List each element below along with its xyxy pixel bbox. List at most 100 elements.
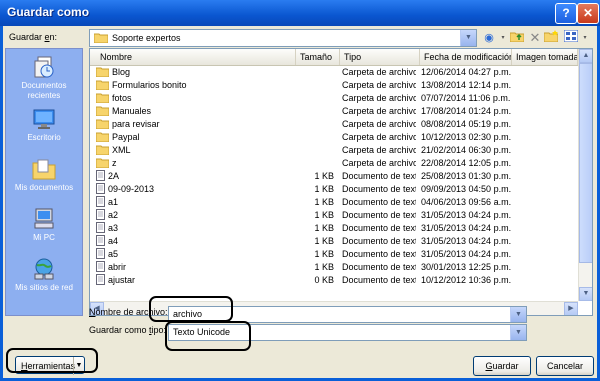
chevron-down-icon[interactable]: ▼ [510, 307, 526, 322]
file-row[interactable]: a3 1 KB Documento de texto 31/05/2013 04:24… [90, 222, 578, 235]
file-type-cell: Carpeta de archivo [342, 158, 416, 168]
place-network[interactable]: Mis sitios de red [6, 257, 82, 293]
file-row[interactable]: abrir 1 KB Documento de texto 30/01/2013 12… [90, 261, 578, 274]
file-row[interactable]: 2A 1 KB Documento de texto 25/08/2013 01:30… [90, 170, 578, 183]
cancel-button[interactable]: Cancelar [536, 356, 594, 376]
file-name: z [112, 158, 117, 168]
column-header-image-taken[interactable]: Imagen tomada e [512, 49, 578, 65]
file-type-cell: Carpeta de archivo [342, 106, 416, 116]
file-name-cell: a1 [96, 196, 296, 209]
file-row[interactable]: a2 1 KB Documento de texto 31/05/2013 04:24… [90, 209, 578, 222]
up-folder-icon[interactable] [509, 30, 525, 46]
file-date-cell: 25/08/2013 01:30 p.m. [421, 171, 511, 181]
column-header-name[interactable]: Nombre [90, 49, 296, 65]
scroll-up-icon[interactable]: ▲ [579, 49, 592, 63]
folder-icon [96, 132, 109, 142]
text-file-icon [96, 274, 105, 285]
place-recent-documents[interactable]: Documentos recientes [6, 55, 82, 101]
scroll-down-icon[interactable]: ▼ [579, 287, 592, 301]
highlight-outline [6, 348, 98, 373]
file-name-cell: 09-09-2013 [96, 183, 296, 196]
my-computer-icon [34, 208, 54, 229]
file-row[interactable]: fotos Carpeta de archivo 07/07/2014 11:06 … [90, 92, 578, 105]
file-row[interactable]: Formularios bonito Carpeta de archivo 13/0… [90, 79, 578, 92]
file-row[interactable]: 09-09-2013 1 KB Documento de texto 09/09/20… [90, 183, 578, 196]
text-file-icon [96, 235, 105, 246]
file-name-cell: a4 [96, 235, 296, 248]
folder-icon [94, 33, 108, 43]
file-name: 09-09-2013 [108, 184, 155, 194]
help-button[interactable]: ? [555, 3, 577, 24]
file-row[interactable]: a5 1 KB Documento de texto 31/05/2013 04:24… [90, 248, 578, 261]
vertical-scrollbar[interactable]: ▲ ▼ [578, 49, 592, 301]
my-documents-icon [32, 159, 56, 180]
file-date-cell: 12/06/2014 04:27 p.m. [421, 67, 511, 77]
file-name-cell: para revisar [96, 118, 296, 131]
file-date-cell: 22/08/2014 12:05 p.m. [421, 158, 511, 168]
folder-icon [96, 106, 109, 116]
places-bar: Documentos recientes Escritorio Mis docu… [5, 48, 83, 316]
file-name-cell: Manuales [96, 105, 296, 118]
file-type-cell: Documento de texto [342, 184, 416, 194]
file-name: a4 [108, 236, 119, 246]
file-name: para revisar [112, 119, 160, 129]
highlight-outline [165, 321, 251, 351]
views-dropdown-icon[interactable]: ▾ [577, 30, 593, 46]
chevron-down-icon[interactable]: ▼ [510, 325, 526, 340]
file-date-cell: 04/06/2013 09:56 a.m. [421, 197, 511, 207]
text-file-icon [96, 261, 105, 272]
file-row[interactable]: z Carpeta de archivo 22/08/2014 12:05 p.m. [90, 157, 578, 170]
file-name-cell: ajustar [96, 274, 296, 287]
file-type-cell: Carpeta de archivo [342, 119, 416, 129]
file-type-cell: Documento de texto [342, 236, 416, 246]
column-header-size[interactable]: Tamaño [296, 49, 340, 65]
place-my-documents[interactable]: Mis documentos [6, 157, 82, 193]
folder-icon [96, 145, 109, 155]
new-folder-icon[interactable] [543, 30, 559, 46]
column-header-date[interactable]: Fecha de modificación [420, 49, 512, 65]
file-row[interactable]: para revisar Carpeta de archivo 08/08/2014… [90, 118, 578, 131]
file-date-cell: 31/05/2013 04:24 p.m. [421, 223, 511, 233]
file-row[interactable]: a1 1 KB Documento de texto 04/06/2013 09:56… [90, 196, 578, 209]
chevron-down-icon[interactable]: ▼ [460, 30, 476, 46]
file-type-cell: Carpeta de archivo [342, 145, 416, 155]
look-in-dropdown[interactable]: Soporte expertos ▼ [89, 29, 477, 47]
file-row[interactable]: ajustar 0 KB Documento de texto 10/12/2012 … [90, 274, 578, 287]
file-size-cell: 1 KB [314, 210, 334, 220]
file-size-cell: 1 KB [314, 249, 334, 259]
scroll-thumb[interactable] [579, 63, 592, 263]
place-desktop[interactable]: Escritorio [6, 107, 82, 143]
file-type-cell: Documento de texto [342, 275, 416, 285]
file-date-cell: 07/07/2014 11:06 p.m. [421, 93, 511, 103]
column-header-type[interactable]: Tipo [340, 49, 420, 65]
file-size-cell: 1 KB [314, 171, 334, 181]
save-button[interactable]: Guardar [473, 356, 531, 376]
file-name: Blog [112, 67, 131, 77]
file-row[interactable]: Paypal Carpeta de archivo 10/12/2013 02:30… [90, 131, 578, 144]
file-name: a3 [108, 223, 119, 233]
file-list[interactable]: Nombre Tamaño Tipo Fecha de modificación… [89, 48, 593, 316]
file-size-cell: 1 KB [314, 197, 334, 207]
place-my-computer[interactable]: Mi PC [6, 207, 82, 243]
scroll-right-icon[interactable]: ▶ [564, 302, 578, 315]
file-row[interactable]: a4 1 KB Documento de texto 31/05/2013 04:24… [90, 235, 578, 248]
file-name-cell: Formularios bonito [96, 79, 296, 92]
file-row[interactable]: XML Carpeta de archivo 21/02/2014 06:30 p.… [90, 144, 578, 157]
place-label: Escritorio [27, 133, 61, 142]
file-name-cell: abrir [96, 261, 296, 274]
file-row[interactable]: Blog Carpeta de archivo 12/06/2014 04:27 p… [90, 66, 578, 79]
file-size-cell: 1 KB [314, 262, 334, 272]
file-name-cell: a3 [96, 222, 296, 235]
text-file-icon [96, 196, 105, 207]
file-row[interactable]: Manuales Carpeta de archivo 17/08/2014 01:… [90, 105, 578, 118]
delete-icon[interactable]: ✕ [527, 30, 543, 46]
place-label: Mi PC [33, 233, 55, 242]
file-name-cell: 2A [96, 170, 296, 183]
file-date-cell: 31/05/2013 04:24 p.m. [421, 236, 511, 246]
title-bar[interactable]: Guardar como ? ✕ [0, 0, 600, 26]
file-name-cell: a2 [96, 209, 296, 222]
file-name-cell: z [96, 157, 296, 170]
close-button[interactable]: ✕ [577, 3, 599, 24]
text-file-icon [96, 209, 105, 220]
file-date-cell: 30/01/2013 12:25 p.m. [421, 262, 511, 272]
